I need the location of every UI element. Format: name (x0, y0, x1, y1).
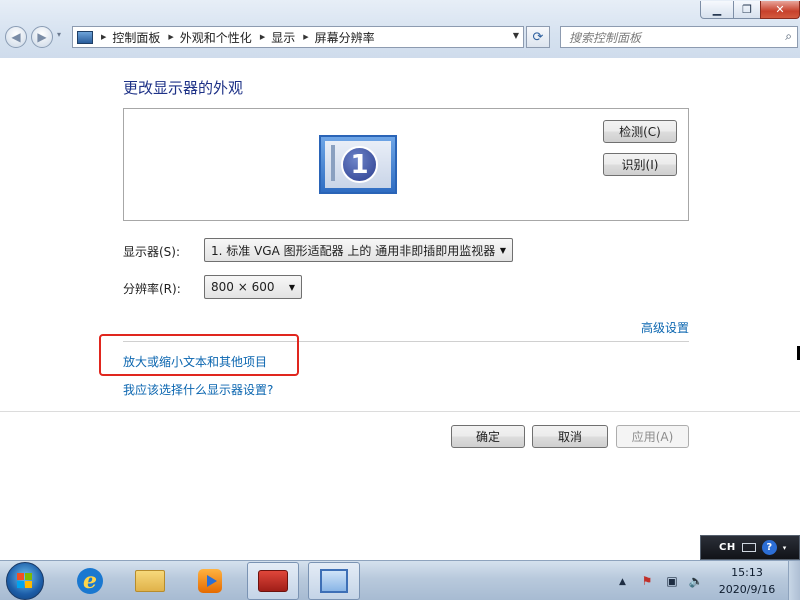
back-button[interactable]: ◀ (5, 26, 27, 48)
monitor-taskbar-graphic (331, 145, 335, 181)
clock-date[interactable]: 2020/9/16 (712, 583, 782, 596)
arrow-left-icon: ◀ (11, 30, 21, 44)
chevron-down-icon: ▼ (499, 246, 506, 255)
taskbar-app-internet-explorer[interactable]: e (64, 562, 116, 600)
windows-explorer-icon (135, 570, 165, 592)
address-bar[interactable]: ▶ 控制面板 ▶ 外观和个性化 ▶ 显示 ▶ 屏幕分辨率 ▼ (72, 26, 524, 48)
keyboard-icon[interactable] (741, 543, 756, 552)
cancel-button[interactable]: 取消 (532, 425, 608, 448)
resolution-select-value: 800 × 600 (211, 280, 275, 294)
taskbar-app-media[interactable] (184, 562, 236, 600)
advanced-settings-link[interactable]: 高级设置 (641, 319, 689, 336)
toolbox-icon (258, 570, 288, 592)
language-indicator[interactable]: CH (719, 542, 736, 553)
maximize-icon: ❐ (742, 3, 752, 16)
taskbar-app-control-panel[interactable] (308, 562, 360, 600)
close-icon: ✕ (775, 3, 785, 16)
media-center-icon (198, 569, 222, 593)
close-button[interactable]: ✕ (760, 1, 800, 19)
resolution-label: 分辨率(R): (123, 282, 181, 296)
windows-logo-icon (17, 573, 33, 589)
maximize-button[interactable]: ❐ (733, 1, 761, 19)
monitor-number-badge: 1 (341, 146, 378, 183)
page-title: 更改显示器的外观 (123, 79, 244, 97)
chevron-down-icon: ▼ (288, 283, 295, 292)
clock-time[interactable]: 15:13 (718, 566, 776, 579)
identify-button[interactable]: 识别(I) (603, 153, 677, 176)
footer-divider (0, 411, 800, 412)
control-panel-icon (77, 30, 93, 44)
refresh-icon: ⟳ (532, 29, 544, 45)
detect-button[interactable]: 检测(C) (603, 120, 677, 143)
display-settings-help-link[interactable]: 我应该选择什么显示器设置? (123, 381, 273, 398)
refresh-button[interactable]: ⟳ (526, 26, 550, 48)
resolution-select[interactable]: 800 × 600 ▼ (204, 275, 302, 299)
help-icon[interactable]: ? (761, 540, 777, 555)
action-center-flag-icon[interactable]: ⚑ (640, 574, 654, 588)
breadcrumb-separator-icon[interactable]: ▶ (168, 33, 173, 41)
display-select[interactable]: 1. 标准 VGA 图形适配器 上的 通用非即插即用监视器 ▼ (204, 238, 513, 262)
minimize-icon: ▁ (712, 3, 722, 16)
minimize-button[interactable]: ▁ (700, 1, 734, 19)
apply-button[interactable]: 应用(A) (616, 425, 689, 448)
monitor-icon[interactable]: 1 (319, 135, 397, 194)
volume-icon[interactable]: 🔈 (689, 574, 704, 588)
breadcrumb-separator-icon[interactable]: ▶ (101, 33, 106, 41)
show-desktop-button[interactable] (788, 561, 800, 600)
text-size-link[interactable]: 放大或缩小文本和其他项目 (123, 353, 267, 370)
breadcrumb-separator-icon[interactable]: ▶ (260, 33, 265, 41)
display-label: 显示器(S): (123, 245, 181, 259)
langbar-options-icon[interactable]: ▾ (783, 544, 787, 552)
search-input[interactable] (567, 28, 771, 48)
address-history-dropdown-icon[interactable]: ▼ (513, 31, 519, 40)
show-hidden-icons-button[interactable]: ▲ (619, 577, 626, 587)
taskbar-app-explorer[interactable] (124, 562, 176, 600)
forward-button[interactable]: ▶ (31, 26, 53, 48)
monitor-screen: 1 (325, 141, 391, 188)
breadcrumb-control-panel[interactable]: 控制面板 (112, 29, 160, 46)
language-bar[interactable]: CH ? ▾ (700, 535, 800, 560)
control-panel-icon (320, 569, 348, 593)
recent-pages-dropdown[interactable]: ▾ (57, 30, 61, 39)
ok-button[interactable]: 确定 (451, 425, 525, 448)
display-select-value: 1. 标准 VGA 图形适配器 上的 通用非即插即用监视器 (211, 243, 496, 258)
taskbar (0, 560, 800, 600)
breadcrumb-screen-resolution[interactable]: 屏幕分辨率 (315, 29, 375, 46)
breadcrumb-separator-icon[interactable]: ▶ (303, 33, 308, 41)
taskbar-app-toolbox[interactable] (247, 562, 299, 600)
search-icon[interactable]: ⌕ (785, 29, 792, 44)
network-icon[interactable]: ▣ (665, 574, 679, 588)
internet-explorer-icon: e (77, 568, 103, 594)
arrow-right-icon: ▶ (37, 30, 47, 44)
start-button[interactable] (6, 562, 44, 600)
breadcrumb-appearance[interactable]: 外观和个性化 (180, 29, 252, 46)
breadcrumb-display[interactable]: 显示 (271, 29, 295, 46)
search-box[interactable]: ⌕ (560, 26, 798, 48)
